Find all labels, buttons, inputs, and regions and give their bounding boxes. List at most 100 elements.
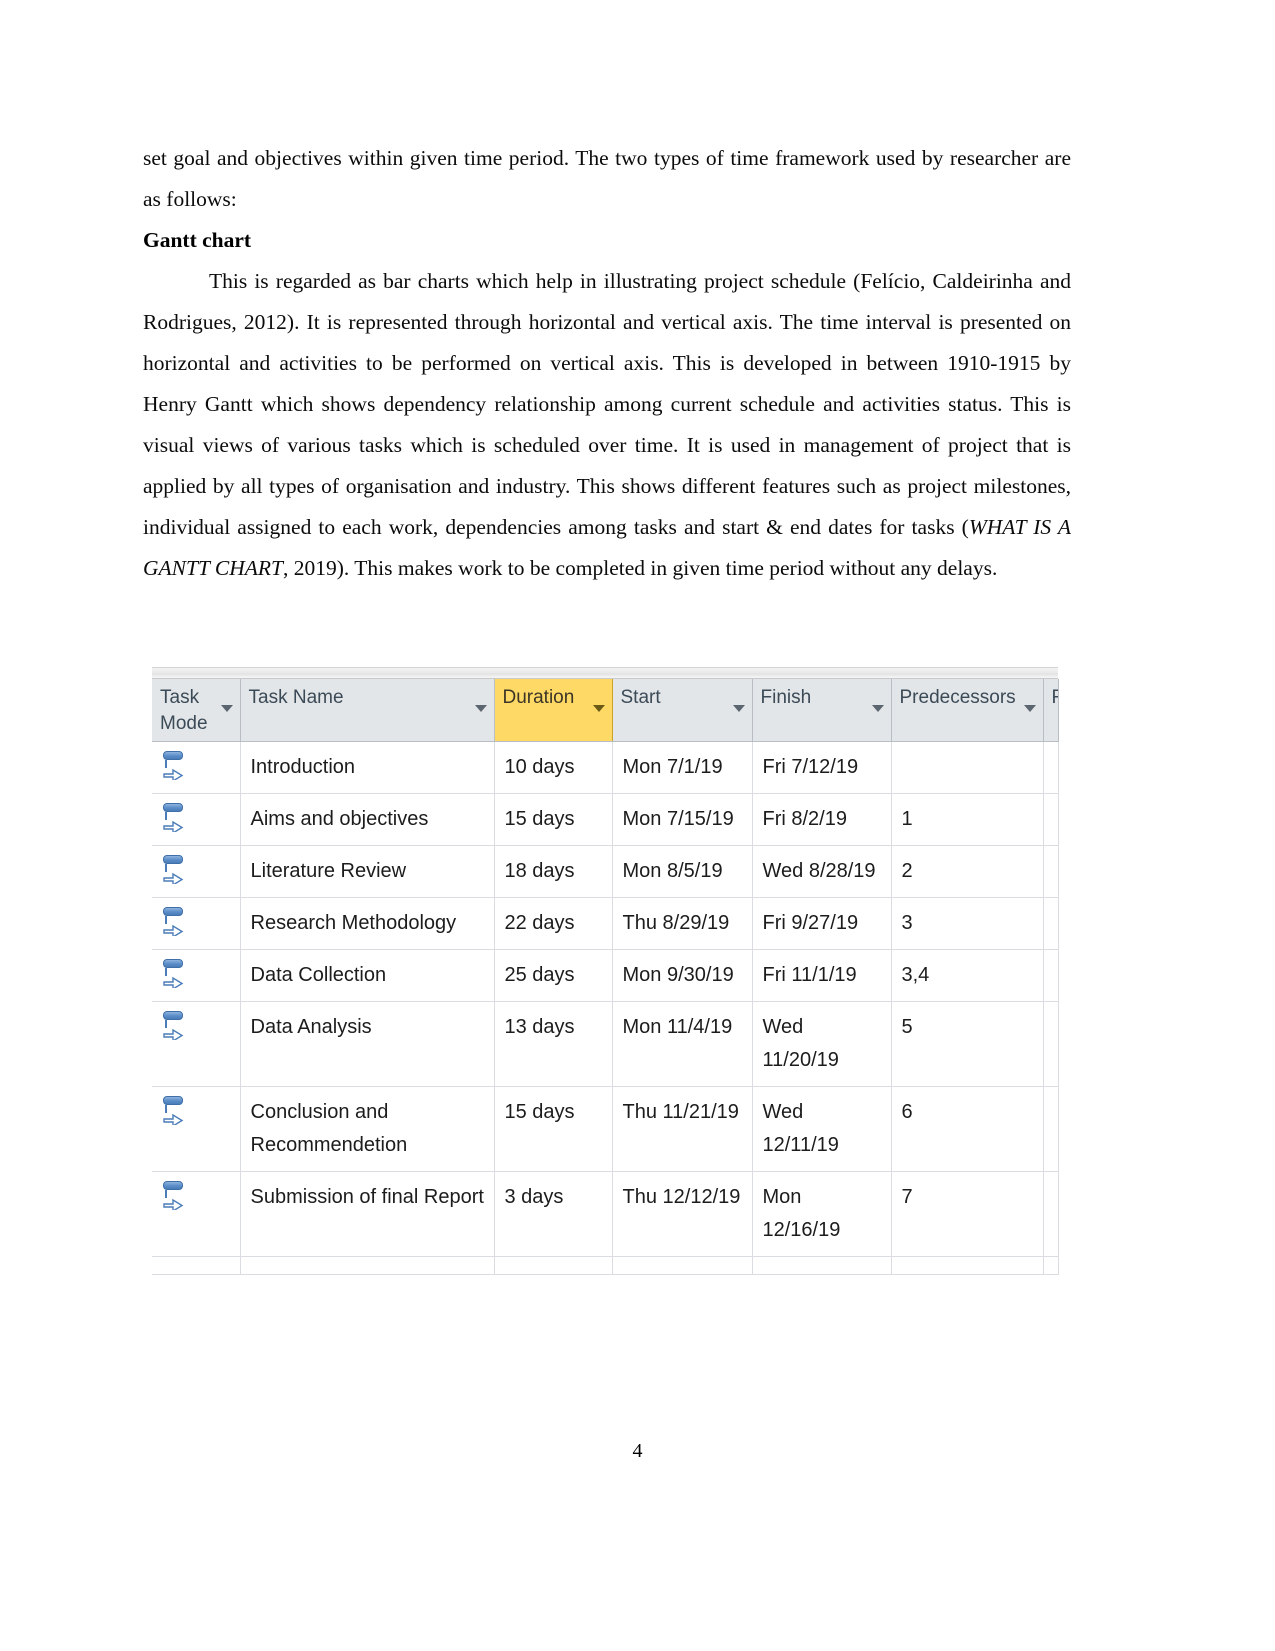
table-row[interactable]: Data Analysis 13 days Mon 11/4/19 Wed 11… xyxy=(152,1001,1059,1087)
cell-finish[interactable]: Wed 8/28/19 xyxy=(752,845,892,898)
cell-resource[interactable] xyxy=(1043,1256,1059,1275)
column-header-resource-truncated[interactable]: R xyxy=(1043,679,1059,742)
page-content: set goal and objectives within given tim… xyxy=(143,138,1071,589)
chevron-down-icon[interactable] xyxy=(1023,705,1036,712)
cell-finish[interactable]: Fri 9/27/19 xyxy=(752,897,892,950)
cell-start[interactable]: Mon 8/5/19 xyxy=(612,845,753,898)
column-header-predecessors[interactable]: Predecessors xyxy=(891,679,1044,742)
column-header-task-mode[interactable]: Task Mode xyxy=(152,679,241,742)
column-header-duration-label: Duration xyxy=(502,687,575,708)
cell-resource[interactable] xyxy=(1043,1086,1059,1172)
cell-predecessors[interactable]: 5 xyxy=(891,1001,1044,1087)
table-row[interactable]: Submission of final Report 3 days Thu 12… xyxy=(152,1171,1059,1257)
table-row[interactable]: Data Collection 25 days Mon 9/30/19 Fri … xyxy=(152,949,1059,1002)
cell-task-name[interactable]: Literature Review xyxy=(240,845,495,898)
column-header-start[interactable]: Start xyxy=(612,679,753,742)
cell-duration[interactable]: 25 days xyxy=(494,949,613,1002)
cell-predecessors[interactable] xyxy=(891,1256,1044,1275)
cell-finish[interactable]: Wed 11/20/19 xyxy=(752,1001,892,1087)
cell-resource[interactable] xyxy=(1043,897,1059,950)
cell-start[interactable] xyxy=(612,1256,753,1275)
cell-task-mode[interactable] xyxy=(152,845,241,898)
cell-predecessors[interactable] xyxy=(891,741,1044,794)
chevron-down-icon[interactable] xyxy=(220,705,233,712)
cell-task-mode[interactable] xyxy=(152,897,241,950)
cell-task-mode[interactable] xyxy=(152,793,241,846)
cell-finish[interactable]: Fri 7/12/19 xyxy=(752,741,892,794)
manually-scheduled-icon xyxy=(162,1096,188,1126)
cell-finish[interactable]: Mon 12/16/19 xyxy=(752,1171,892,1257)
cell-duration[interactable]: 15 days xyxy=(494,1086,613,1172)
cell-finish[interactable]: Wed 12/11/19 xyxy=(752,1086,892,1172)
manually-scheduled-icon xyxy=(162,855,188,885)
cell-predecessors[interactable]: 3 xyxy=(891,897,1044,950)
cell-duration[interactable] xyxy=(494,1256,613,1275)
section-heading-gantt-chart: Gantt chart xyxy=(143,228,252,252)
paragraph-text-part-1: This is regarded as bar charts which hel… xyxy=(143,269,1071,539)
table-row[interactable]: Aims and objectives 15 days Mon 7/15/19 … xyxy=(152,793,1059,846)
cell-start[interactable]: Mon 11/4/19 xyxy=(612,1001,753,1087)
cell-start[interactable]: Mon 9/30/19 xyxy=(612,949,753,1002)
cell-task-name[interactable]: Conclusion and Recommendetion xyxy=(240,1086,495,1172)
chevron-down-icon[interactable] xyxy=(732,705,745,712)
cell-resource[interactable] xyxy=(1043,1001,1059,1087)
cell-task-name[interactable]: Submission of final Report xyxy=(240,1171,495,1257)
chevron-down-icon[interactable] xyxy=(592,705,605,712)
table-row[interactable]: Conclusion and Recommendetion 15 days Th… xyxy=(152,1086,1059,1172)
cell-predecessors[interactable]: 2 xyxy=(891,845,1044,898)
cell-predecessors[interactable]: 1 xyxy=(891,793,1044,846)
cell-resource[interactable] xyxy=(1043,741,1059,794)
chevron-down-icon[interactable] xyxy=(474,705,487,712)
table-row[interactable]: Research Methodology 22 days Thu 8/29/19… xyxy=(152,897,1059,950)
cell-predecessors[interactable]: 7 xyxy=(891,1171,1044,1257)
cell-predecessors[interactable]: 6 xyxy=(891,1086,1044,1172)
cell-duration[interactable]: 22 days xyxy=(494,897,613,950)
cell-task-name[interactable]: Research Methodology xyxy=(240,897,495,950)
cell-start[interactable]: Mon 7/15/19 xyxy=(612,793,753,846)
cell-task-name[interactable]: Aims and objectives xyxy=(240,793,495,846)
cell-start[interactable]: Thu 11/21/19 xyxy=(612,1086,753,1172)
column-header-task-name[interactable]: Task Name xyxy=(240,679,495,742)
cell-task-mode[interactable] xyxy=(152,1171,241,1257)
manually-scheduled-icon xyxy=(162,803,188,833)
column-header-finish[interactable]: Finish xyxy=(752,679,892,742)
cell-duration[interactable]: 3 days xyxy=(494,1171,613,1257)
cell-duration[interactable]: 15 days xyxy=(494,793,613,846)
chevron-down-icon[interactable] xyxy=(871,705,884,712)
cell-start[interactable]: Mon 7/1/19 xyxy=(612,741,753,794)
table-row[interactable]: Literature Review 18 days Mon 8/5/19 Wed… xyxy=(152,845,1059,898)
cell-finish[interactable]: Fri 11/1/19 xyxy=(752,949,892,1002)
column-header-finish-label: Finish xyxy=(760,687,812,708)
cell-duration[interactable]: 18 days xyxy=(494,845,613,898)
cell-task-name[interactable]: Introduction xyxy=(240,741,495,794)
cell-task-name[interactable]: Data Analysis xyxy=(240,1001,495,1087)
column-header-duration[interactable]: Duration xyxy=(493,679,613,742)
cell-predecessors[interactable]: 3,4 xyxy=(891,949,1044,1002)
table-header-row: Task Mode Task Name Duration Start Finis… xyxy=(152,679,1059,742)
cell-start[interactable]: Thu 12/12/19 xyxy=(612,1171,753,1257)
cell-duration[interactable]: 13 days xyxy=(494,1001,613,1087)
cell-resource[interactable] xyxy=(1043,1171,1059,1257)
table-row[interactable]: Introduction 10 days Mon 7/1/19 Fri 7/12… xyxy=(152,741,1059,794)
paragraph-continuation: set goal and objectives within given tim… xyxy=(143,146,1071,211)
cell-resource[interactable] xyxy=(1043,845,1059,898)
cell-finish[interactable] xyxy=(752,1256,892,1275)
gantt-table-body: Introduction 10 days Mon 7/1/19 Fri 7/12… xyxy=(152,741,1059,1275)
cell-task-name[interactable]: Data Collection xyxy=(240,949,495,1002)
cell-task-mode[interactable] xyxy=(152,949,241,1002)
gantt-table-screenshot: Task Mode Task Name Duration Start Finis… xyxy=(152,667,1059,1275)
cell-start[interactable]: Thu 8/29/19 xyxy=(612,897,753,950)
cell-task-mode[interactable] xyxy=(152,1086,241,1172)
manually-scheduled-icon xyxy=(162,959,188,989)
cell-task-mode[interactable] xyxy=(152,1001,241,1087)
table-row-empty[interactable] xyxy=(152,1256,1059,1275)
cell-task-mode[interactable] xyxy=(152,1256,241,1275)
cell-task-name[interactable] xyxy=(240,1256,495,1275)
cell-task-mode[interactable] xyxy=(152,741,241,794)
gantt-task-table: Task Mode Task Name Duration Start Finis… xyxy=(152,679,1059,1275)
cell-finish[interactable]: Fri 8/2/19 xyxy=(752,793,892,846)
cell-resource[interactable] xyxy=(1043,949,1059,1002)
cell-duration[interactable]: 10 days xyxy=(494,741,613,794)
cell-resource[interactable] xyxy=(1043,793,1059,846)
column-header-predecessors-label: Predecessors xyxy=(899,687,1016,708)
